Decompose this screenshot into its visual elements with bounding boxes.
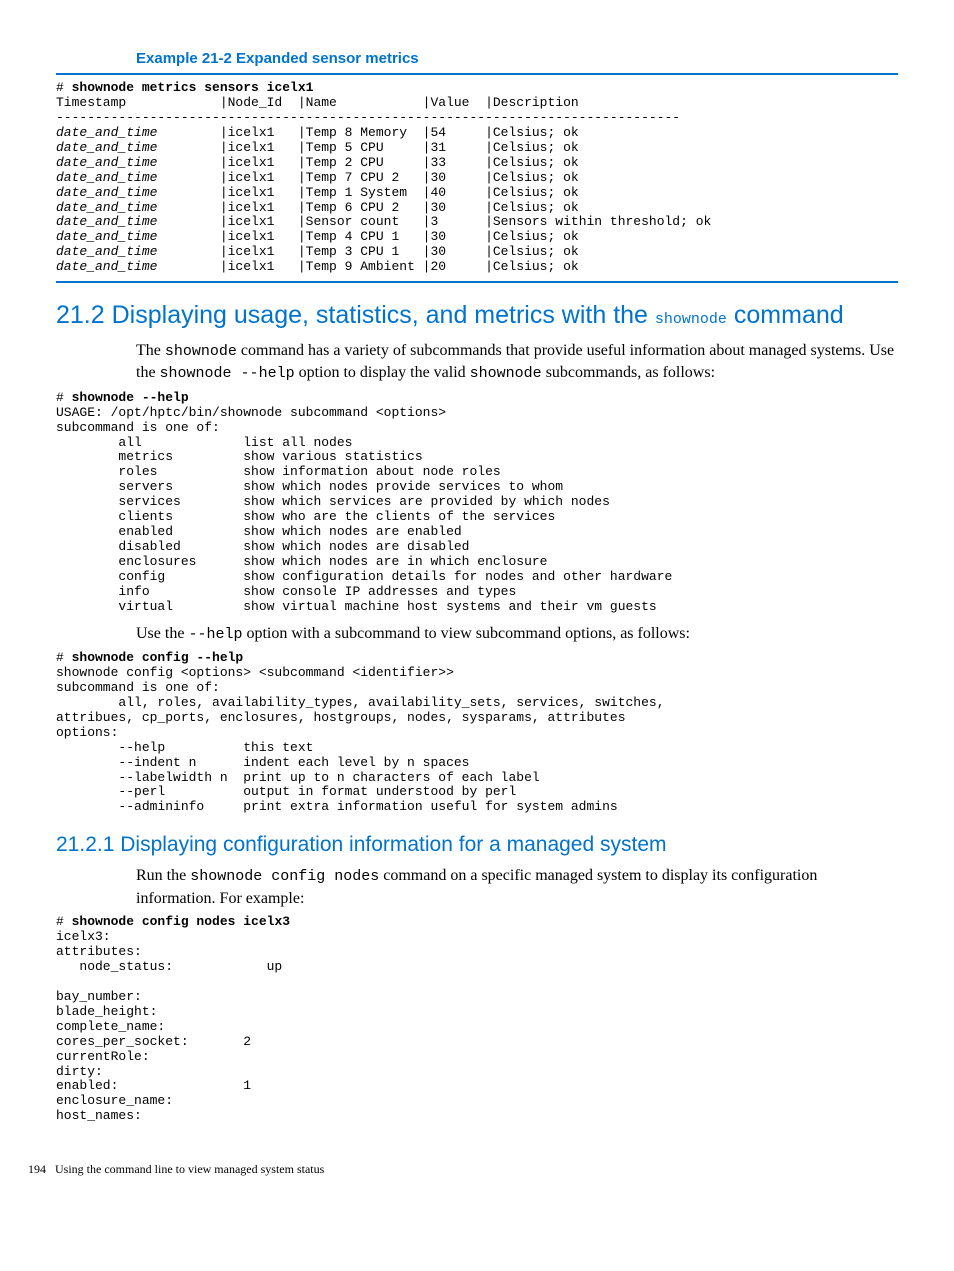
section-para2: Use the --help option with a subcommand … <box>56 623 898 645</box>
subsection-heading: 21.2.1 Displaying configuration informat… <box>56 833 898 857</box>
footer-text: Using the command line to view managed s… <box>55 1162 324 1176</box>
example-title: Example 21-2 Expanded sensor metrics <box>56 50 898 67</box>
example-box: # shownode metrics sensors icelx1 Timest… <box>56 73 898 283</box>
example-listing: # shownode metrics sensors icelx1 Timest… <box>56 81 898 275</box>
subsection-title: Displaying configuration information for… <box>120 833 666 856</box>
page-number: 194 <box>28 1162 46 1176</box>
page-footer: 194 Using the command line to view manag… <box>0 1154 954 1177</box>
section-number: 21.2 <box>56 301 105 329</box>
section-heading: 21.2 Displaying usage, statistics, and m… <box>56 301 898 330</box>
config-help-listing: # shownode config --help shownode config… <box>56 651 898 815</box>
help-listing: # shownode --help USAGE: /opt/hptc/bin/s… <box>56 391 898 615</box>
subsection-para: Run the shownode config nodes command on… <box>56 865 898 909</box>
section-title-code: shownode <box>655 311 727 328</box>
config-nodes-listing: # shownode config nodes icelx3 icelx3: a… <box>56 915 898 1124</box>
section-title-b: command <box>727 301 844 329</box>
section-para1: The shownode command has a variety of su… <box>56 340 898 385</box>
subsection-number: 21.2.1 <box>56 833 114 856</box>
section-title-a: Displaying usage, statistics, and metric… <box>112 301 655 329</box>
